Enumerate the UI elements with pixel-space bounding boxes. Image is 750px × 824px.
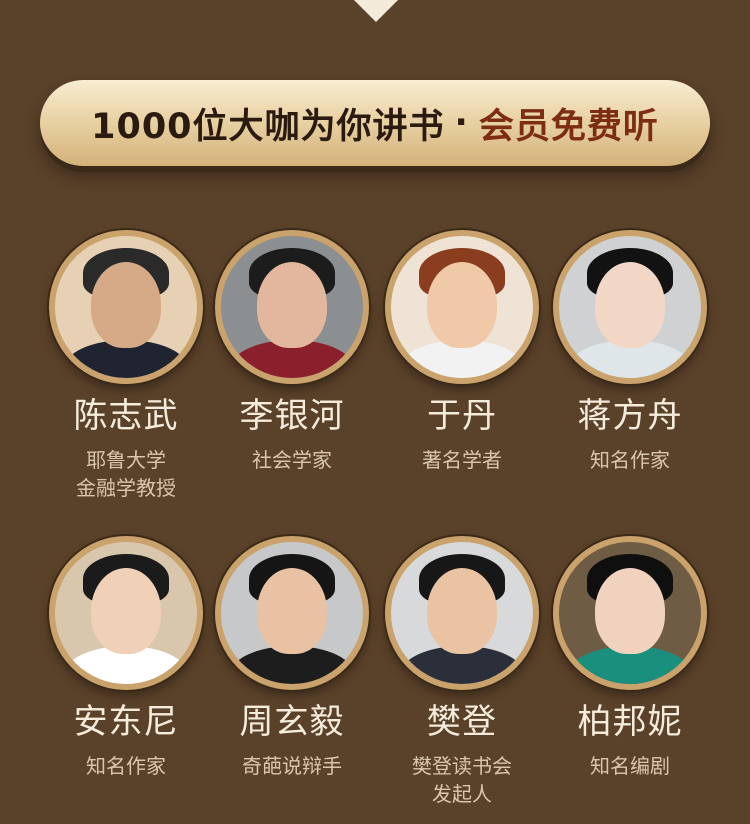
speaker-title: 奇葩说辩手 — [207, 752, 377, 780]
speaker-title: 著名学者 — [377, 446, 547, 474]
speaker-title-line1: 著名学者 — [422, 448, 502, 472]
avatar-face — [257, 262, 327, 348]
banner-dot: · — [454, 103, 469, 143]
speaker-name: 周玄毅 — [239, 702, 345, 742]
speaker-name: 樊登 — [427, 702, 497, 742]
speaker-name: 安东尼 — [73, 702, 179, 742]
speaker-title-line1: 社会学家 — [252, 448, 332, 472]
speaker-title-line1: 知名编剧 — [590, 754, 670, 778]
avatar-face — [595, 262, 665, 348]
speaker-title: 知名作家 — [545, 446, 715, 474]
avatar-face — [257, 568, 327, 654]
speaker-title: 耶鲁大学 金融学教授 — [41, 446, 211, 502]
speaker-title-line1: 知名作家 — [86, 754, 166, 778]
speaker-title: 樊登读书会 发起人 — [377, 752, 547, 808]
banner-text-main: 1000位大咖为你讲书 — [91, 106, 445, 147]
speaker-card[interactable]: 于丹 著名学者 — [377, 230, 547, 474]
speaker-title: 知名作家 — [41, 752, 211, 780]
avatar-face — [91, 262, 161, 348]
speaker-title-line1: 耶鲁大学 — [86, 448, 166, 472]
speaker-card[interactable]: 蒋方舟 知名作家 — [545, 230, 715, 474]
speaker-card[interactable]: 李银河 社会学家 — [207, 230, 377, 474]
speaker-name: 柏邦妮 — [577, 702, 683, 742]
avatar-face — [91, 568, 161, 654]
speaker-title: 社会学家 — [207, 446, 377, 474]
speaker-title-line1: 知名作家 — [590, 448, 670, 472]
speaker-card[interactable]: 陈志武 耶鲁大学 金融学教授 — [41, 230, 211, 502]
speaker-card[interactable]: 柏邦妮 知名编剧 — [545, 536, 715, 780]
speaker-title: 知名编剧 — [545, 752, 715, 780]
speaker-title-line1: 樊登读书会 — [412, 754, 512, 778]
avatar — [553, 536, 707, 690]
avatar — [215, 230, 369, 384]
avatar — [385, 536, 539, 690]
avatar — [385, 230, 539, 384]
avatar — [215, 536, 369, 690]
avatar — [49, 230, 203, 384]
banner-text-accent: 会员免费听 — [478, 106, 659, 147]
speaker-name: 陈志武 — [73, 396, 179, 436]
top-notch — [354, 0, 398, 22]
promo-banner: 1000位大咖为你讲书 · 会员免费听 — [40, 80, 710, 166]
speaker-title-line2: 金融学教授 — [76, 476, 176, 500]
speaker-name: 李银河 — [239, 396, 345, 436]
speaker-card[interactable]: 安东尼 知名作家 — [41, 536, 211, 780]
speaker-card[interactable]: 周玄毅 奇葩说辩手 — [207, 536, 377, 780]
avatar-face — [595, 568, 665, 654]
speaker-card[interactable]: 樊登 樊登读书会 发起人 — [377, 536, 547, 808]
speaker-name: 于丹 — [427, 396, 497, 436]
speaker-title-line1: 奇葩说辩手 — [242, 754, 342, 778]
avatar — [553, 230, 707, 384]
speaker-name: 蒋方舟 — [577, 396, 683, 436]
avatar — [49, 536, 203, 690]
avatar-face — [427, 262, 497, 348]
speaker-title-line2: 发起人 — [432, 782, 492, 806]
avatar-face — [427, 568, 497, 654]
